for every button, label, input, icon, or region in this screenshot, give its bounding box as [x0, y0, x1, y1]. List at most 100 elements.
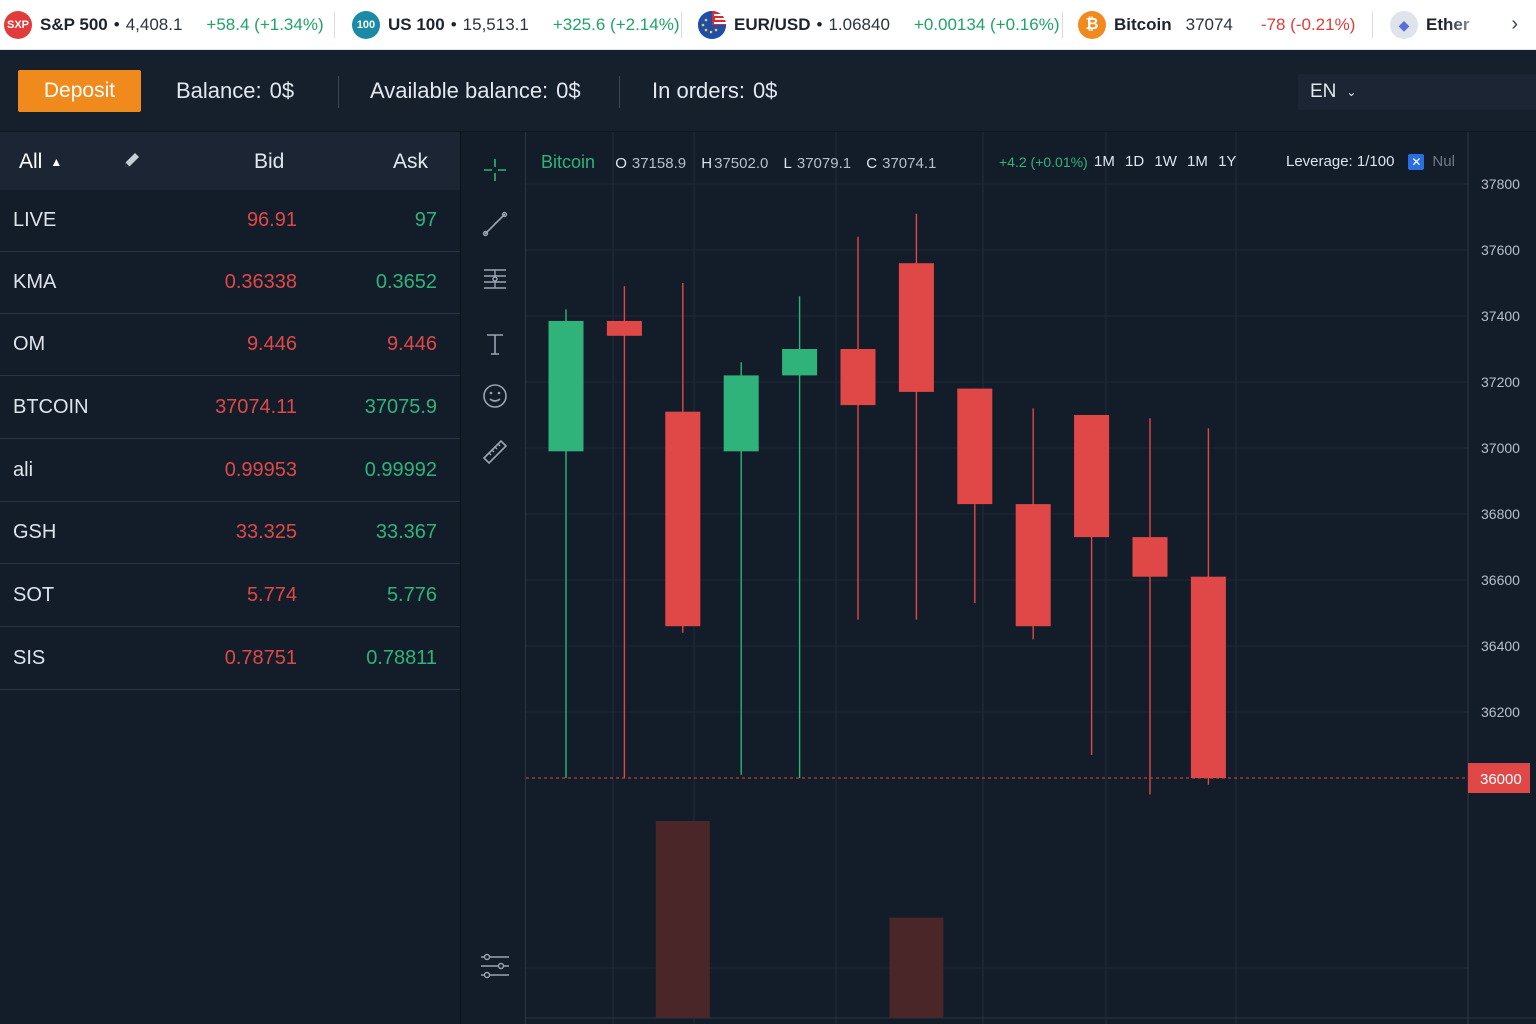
crosshair-icon[interactable]	[481, 156, 509, 184]
row-bid: 37074.11	[215, 396, 297, 418]
sliders-icon[interactable]	[479, 952, 511, 980]
ticker-price: 15,513.1	[462, 15, 529, 34]
watchlist-row[interactable]: OM 9.446 9.446	[0, 314, 460, 376]
row-ask: 9.446	[386, 333, 437, 355]
volume-bar	[889, 917, 944, 1018]
y-tick-label: 37800	[1481, 176, 1520, 192]
y-tick-label: 36800	[1481, 506, 1520, 522]
ticker-next-chevron-icon[interactable]: ›	[1511, 13, 1518, 36]
y-tick-label: 37600	[1481, 242, 1520, 258]
chart-symbol[interactable]: Bitcoin	[541, 152, 595, 172]
watchlist-filter[interactable]: All ▲	[19, 150, 62, 174]
market-ticker: SXP S&P 500 • 4,408.1 +58.4 (+1.34%) 100…	[0, 0, 1536, 50]
balance-value: 0$	[269, 78, 295, 103]
row-symbol: LIVE	[13, 209, 57, 231]
orders-label: In orders:	[652, 78, 745, 103]
close-value: 37074.1	[882, 155, 937, 172]
row-bid: 5.774	[246, 584, 297, 606]
low-value: 37079.1	[796, 155, 852, 172]
watchlist-row[interactable]: SOT 5.774 5.776	[0, 565, 460, 627]
bid-header[interactable]: Bid	[254, 150, 284, 174]
timeframe-option[interactable]: 1W	[1154, 153, 1177, 170]
candle-down	[606, 320, 642, 336]
row-bid: 33.325	[235, 521, 297, 543]
timeframe-option[interactable]: 1D	[1125, 153, 1144, 170]
balance: Balance: 0$	[176, 78, 294, 104]
volume-bar	[655, 821, 710, 1018]
timeframe-option[interactable]: 1M	[1094, 153, 1115, 170]
timeframe-selector: 1M 1D 1W 1M 1Y	[1094, 153, 1242, 170]
open-label: O	[615, 155, 627, 172]
candle-down	[840, 349, 876, 406]
y-tick-label: 37400	[1481, 308, 1520, 324]
row-symbol: GSH	[13, 521, 57, 543]
candle-up	[782, 349, 818, 376]
ticker-change: +58.4 (+1.34%)	[206, 15, 324, 34]
available-label: Available balance:	[370, 78, 549, 103]
language-value: EN	[1310, 81, 1337, 102]
trend-line-icon[interactable]	[481, 210, 509, 238]
row-bid: 0.99953	[224, 459, 297, 481]
account-divider	[619, 76, 620, 108]
emoji-icon[interactable]	[481, 382, 509, 410]
timeframe-option[interactable]: 1M	[1187, 153, 1208, 170]
fib-levels-icon[interactable]	[481, 266, 509, 294]
ticker-name: Bitcoin	[1114, 15, 1172, 34]
timeframe-option[interactable]: 1Y	[1218, 153, 1236, 170]
row-symbol: OM	[13, 333, 46, 355]
chevron-up-icon: ▲	[50, 155, 63, 169]
watchlist-row[interactable]: GSH 33.325 33.367	[0, 502, 460, 564]
row-symbol: SOT	[13, 584, 55, 606]
pencil-icon[interactable]	[122, 150, 142, 170]
open-value: 37158.9	[631, 155, 687, 172]
chart-area[interactable]: 37800 37600 37400 37200 37000 36800 36600 36400…	[526, 132, 1536, 1024]
text-icon[interactable]	[481, 330, 509, 358]
candle-up	[548, 320, 584, 452]
ask-header[interactable]: Ask	[393, 150, 428, 174]
ticker-divider	[1062, 12, 1063, 38]
ticker-name: S&P 500	[40, 15, 108, 34]
ticker-item-eurusd[interactable]: EUR/USD • 1.06840 +0.00134 (+0.16%)	[698, 0, 1060, 49]
ticker-change: +0.00134 (+0.16%)	[913, 15, 1060, 34]
watchlist-row[interactable]: SIS 0.78751 0.78811	[0, 628, 460, 690]
leverage-control: Leverage: 1/100 ✕ Nul	[1286, 153, 1455, 170]
ticker-price: 1.06840	[828, 15, 890, 34]
ticker-item-us100[interactable]: 100 US 100 • 15,513.1 +325.6 (+2.14%)	[352, 0, 680, 49]
candlestick-chart[interactable]: 37800 37600 37400 37200 37000 36800 36600 36400…	[526, 132, 1536, 1024]
in-orders: In orders: 0$	[652, 78, 777, 104]
watchlist-row[interactable]: ali 0.99953 0.99992	[0, 440, 460, 502]
watchlist-row[interactable]: KMA 0.36338 0.3652	[0, 252, 460, 314]
chevron-down-icon: ⌄	[1346, 85, 1357, 99]
balance-label: Balance:	[176, 78, 262, 103]
watchlist-header: All ▲ Bid Ask	[0, 132, 460, 190]
ticker-item-sp500[interactable]: SXP S&P 500 • 4,408.1 +58.4 (+1.34%)	[4, 0, 324, 49]
leverage-checkbox[interactable]: ✕	[1408, 153, 1425, 170]
deposit-button[interactable]: Deposit	[18, 70, 141, 112]
ticker-item-bitcoin[interactable]: ₿ Bitcoin 37074 -78 (-0.21%)	[1078, 0, 1355, 49]
available-balance: Available balance: 0$	[370, 78, 581, 104]
watchlist-row[interactable]: BTCOIN 37074.11 37075.9	[0, 377, 460, 439]
row-symbol: BTCOIN	[13, 396, 89, 418]
row-bid: 96.91	[246, 209, 297, 231]
candle-down	[1015, 504, 1051, 627]
language-select[interactable]: EN ⌄	[1298, 74, 1536, 110]
y-tick-label: 36200	[1481, 704, 1520, 720]
ticker-change: +325.6 (+2.14%)	[552, 15, 680, 34]
candle-down	[665, 411, 701, 627]
account-bar: Deposit Balance: 0$ Available balance: 0$ …	[0, 50, 1536, 132]
available-value: 0$	[556, 78, 581, 103]
ticker-name: US 100	[388, 15, 445, 34]
row-ask: 0.78811	[366, 647, 437, 669]
leverage-label: Leverage: 1/100	[1286, 153, 1395, 170]
row-ask: 0.99992	[364, 459, 437, 481]
row-symbol: KMA	[13, 271, 57, 293]
high-label: H	[701, 155, 713, 172]
ruler-icon[interactable]	[481, 438, 509, 466]
y-tick-label: 37200	[1481, 374, 1520, 390]
watchlist: All ▲ Bid Ask LIVE 96.91 97 KMA 0.36338 …	[0, 132, 460, 1024]
row-bid: 0.36338	[224, 271, 297, 293]
row-ask: 33.367	[375, 521, 437, 543]
watchlist-row[interactable]: LIVE 96.91 97	[0, 190, 460, 252]
ticker-dot: •	[816, 15, 823, 34]
ticker-divider	[334, 12, 335, 38]
